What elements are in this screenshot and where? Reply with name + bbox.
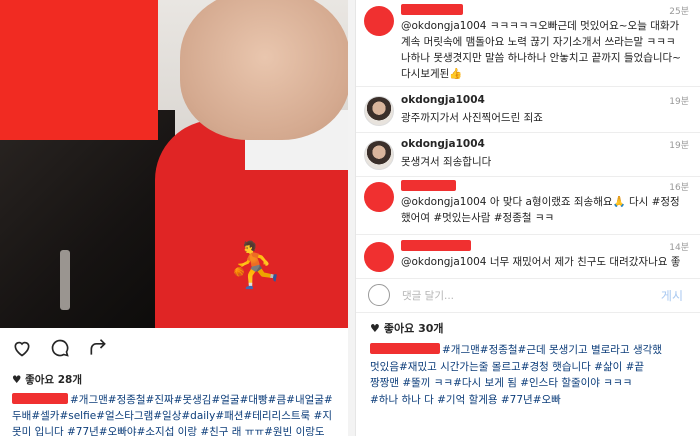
comment-username[interactable]: okdongja1004 xyxy=(401,94,485,106)
divider xyxy=(356,312,700,313)
left-post: ⛹ ♥ 좋아요 28개 #개그맨#정종철#진짜#못생김#얼굴#대빵#큼#내얼굴#… xyxy=(0,0,348,436)
comment-input[interactable]: 댓글 달기... xyxy=(402,288,454,303)
refresh-icon[interactable] xyxy=(368,284,390,306)
heart-small-icon: ♥ xyxy=(12,374,22,386)
heart-icon[interactable] xyxy=(12,338,32,358)
divider xyxy=(356,86,700,87)
jumpman-logo-icon: ⛹ xyxy=(228,240,283,291)
avatar[interactable] xyxy=(364,242,394,272)
comment-username[interactable]: okdongja1004 xyxy=(401,138,485,150)
divider xyxy=(356,234,700,235)
caption-line[interactable]: 짱짱맨 #뚤끼 ㅋㅋ#다시 보게 됨 #인스타 할줄이야 ㅋㅋㅋ xyxy=(370,375,700,392)
avatar[interactable] xyxy=(364,6,394,36)
selfie-face xyxy=(180,0,348,140)
comment-text: @okdongja1004 아 맞다 a형이랬죠 죄송해요🙏 다시 #정정 했어… xyxy=(401,196,680,224)
comment-text: @okdongja1004 ㅋㅋㅋㅋㅋ오빠근데 멋있어요~오늘 대화가 계속 머… xyxy=(401,20,681,80)
redaction-box xyxy=(0,0,158,140)
post-caption: #개그맨#정종철#근데 못생기고 별로라고 생각했 멋있음#재밌고 시간가는줄 … xyxy=(370,342,700,408)
divider xyxy=(356,176,700,177)
comment-time: 14분 xyxy=(669,243,689,253)
caption-line[interactable]: #하나 하나 다 #기억 할게용 #77년#오빠 xyxy=(370,392,700,409)
avatar[interactable] xyxy=(364,96,394,126)
likes-count[interactable]: ♥ 좋아요 28개 xyxy=(12,372,82,387)
share-icon[interactable] xyxy=(88,338,108,358)
caption-line: #개그맨#정종철#근데 못생기고 별로라고 생각했 xyxy=(370,342,700,359)
comment-item: 14분 @okdongja1004 너무 재밌어서 제가 친구도 대려갔자나요 … xyxy=(356,236,700,276)
comment-text: 못생겨서 죄송합니다 xyxy=(401,156,492,168)
post-photo[interactable]: ⛹ xyxy=(0,0,348,328)
comment-item: 16분 @okdongja1004 아 맞다 a형이랬죠 죄송해요🙏 다시 #정… xyxy=(356,178,700,236)
post-actions xyxy=(12,338,108,358)
person-dark-jacket xyxy=(0,110,175,328)
comment-time: 19분 xyxy=(669,141,689,151)
avatar[interactable] xyxy=(364,140,394,170)
caption-line[interactable]: 못미 입니다 #77년#오빠야#소지섭 이랑 #친구 래 ㅠㅠ#원빈 이랑도 xyxy=(12,424,342,436)
caption-line[interactable]: 두배#셀카#selfie#얼스타그램#일상#daily#패션#테리리스트룩 #지 xyxy=(12,408,342,424)
comment-time: 16분 xyxy=(669,183,689,193)
caption-line[interactable]: 멋있음#재밌고 시간가는줄 몰르고#경청 햇습니다 #삶이 #끝 xyxy=(370,359,700,376)
redacted-username xyxy=(401,240,471,251)
comment-text: @okdongja1004 너무 재밌어서 제가 친구도 대려갔자나요 좋 xyxy=(401,256,681,268)
comment-item: 25분 @okdongja1004 ㅋㅋㅋㅋㅋ오빠근데 멋있어요~오늘 대화가 … xyxy=(356,0,700,90)
right-post: 25분 @okdongja1004 ㅋㅋㅋㅋㅋ오빠근데 멋있어요~오늘 대화가 … xyxy=(355,0,700,436)
post-caption: #개그맨#정종철#진짜#못생김#얼굴#대빵#큼#내얼굴# 두배#셀카#selfi… xyxy=(12,392,342,436)
jacket-zipper xyxy=(60,250,70,310)
divider xyxy=(356,278,700,279)
panel-divider xyxy=(348,0,355,436)
redacted-username xyxy=(12,393,68,404)
caption-line: #개그맨#정종철#진짜#못생김#얼굴#대빵#큼#내얼굴# xyxy=(12,392,342,408)
divider xyxy=(356,132,700,133)
comment-item: okdongja1004 19분 못생겨서 죄송합니다 xyxy=(356,134,700,178)
comment-icon[interactable] xyxy=(50,338,70,358)
likes-count[interactable]: ♥ 좋아요 30개 xyxy=(370,320,444,336)
comment-item: okdongja1004 19분 광주까지가서 사진찍어드린 죄죠 xyxy=(356,88,700,132)
avatar[interactable] xyxy=(364,182,394,212)
redacted-username xyxy=(370,343,440,354)
comment-text: 광주까지가서 사진찍어드린 죄죠 xyxy=(401,112,543,124)
comment-time: 19분 xyxy=(669,97,689,107)
post-comment-button[interactable]: 게시 xyxy=(661,287,683,304)
heart-small-icon: ♥ xyxy=(370,321,380,335)
comment-time: 25분 xyxy=(669,7,689,17)
redacted-username xyxy=(401,4,463,15)
comment-composer: 댓글 달기... 게시 xyxy=(356,280,700,310)
redacted-username xyxy=(401,180,456,191)
